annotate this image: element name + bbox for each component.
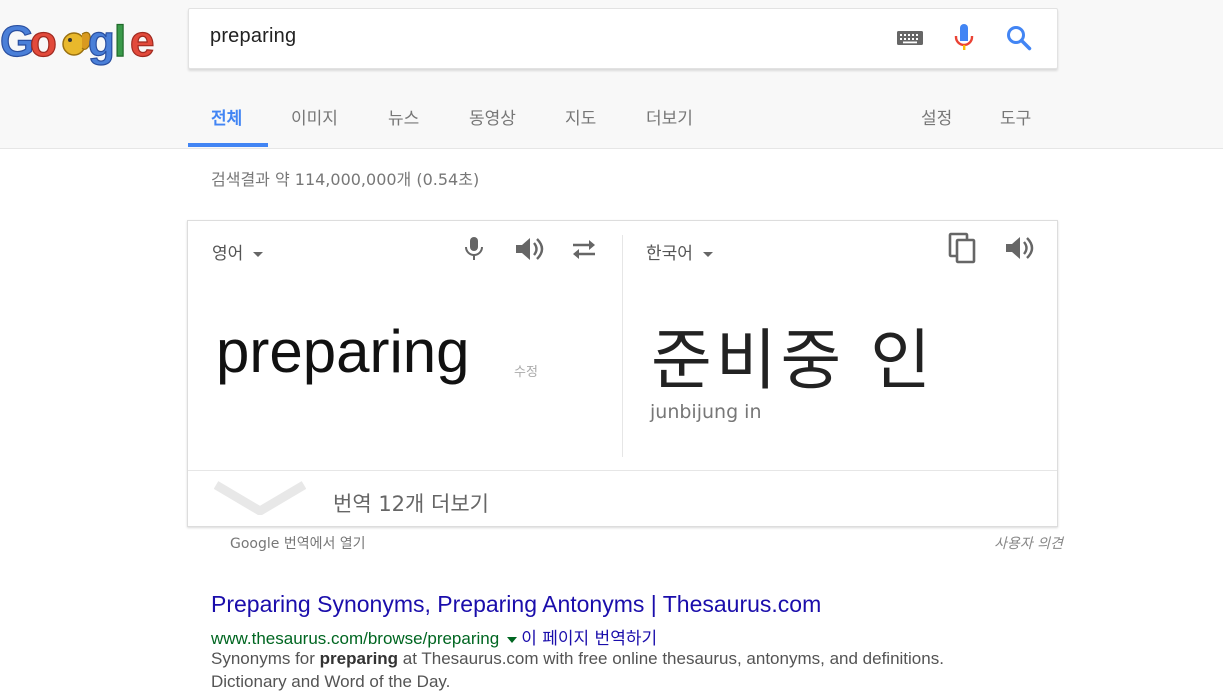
translate-page-link[interactable]: 이 페이지 번역하기 xyxy=(521,629,657,649)
search-icon[interactable] xyxy=(1003,22,1035,54)
speaker-icon[interactable] xyxy=(514,235,544,268)
source-language-select[interactable]: 영어 xyxy=(212,239,264,264)
tab-news[interactable]: 뉴스 xyxy=(388,104,419,129)
result-title-link[interactable]: Preparing Synonyms, Preparing Antonyms |… xyxy=(211,591,821,618)
active-tab-indicator xyxy=(188,143,268,147)
result-url-line: www.thesaurus.com/browse/preparing 이 페이지 … xyxy=(211,624,657,649)
search-tabs: 전체 이미지 뉴스 동영상 지도 더보기 설정 도구 xyxy=(188,88,1058,148)
search-input[interactable]: preparing xyxy=(210,25,296,48)
result-snippet: Synonyms for preparing at Thesaurus.com … xyxy=(211,649,944,669)
snippet-text: Synonyms for xyxy=(211,649,320,668)
chevron-down-icon xyxy=(253,251,264,257)
result-snippet-line2: Dictionary and Word of the Day. xyxy=(211,672,451,691)
source-language-label: 영어 xyxy=(212,244,244,264)
tab-videos[interactable]: 동영상 xyxy=(469,104,516,129)
more-translations-label: 번역 12개 더보기 xyxy=(333,492,489,516)
speaker-icon[interactable] xyxy=(1004,234,1034,267)
tab-images[interactable]: 이미지 xyxy=(291,104,338,129)
snippet-text: at Thesaurus.com with free online thesau… xyxy=(398,649,944,668)
swap-languages-icon[interactable] xyxy=(569,237,599,266)
result-stats: 검색결과 약 114,000,000개 (0.54초) xyxy=(211,170,480,189)
source-text: preparing xyxy=(216,318,470,385)
result-url: www.thesaurus.com/browse/preparing xyxy=(211,629,500,648)
microphone-icon[interactable] xyxy=(464,235,484,268)
panel-divider xyxy=(622,235,623,457)
google-doodle-logo[interactable]: G o g l e xyxy=(0,14,166,66)
romanization: junbijung in xyxy=(650,401,762,423)
chevron-down-icon xyxy=(702,251,713,257)
top-bar: G o g l e preparing 전체 이미지 뉴스 동영상 지도 더보기… xyxy=(0,0,1223,149)
tab-tools[interactable]: 도구 xyxy=(1000,104,1031,129)
open-in-google-translate-link[interactable]: Google 번역에서 열기 xyxy=(230,533,366,553)
tab-more[interactable]: 더보기 xyxy=(646,104,693,129)
voice-search-icon[interactable] xyxy=(951,22,977,54)
keyboard-icon[interactable] xyxy=(895,22,925,54)
edit-link[interactable]: 수정 xyxy=(514,361,538,380)
translate-card: 영어 한국어 preparing 수정 준비중 인 junbijung in 번… xyxy=(187,220,1058,527)
caret-down-icon[interactable] xyxy=(507,636,518,643)
target-language-select[interactable]: 한국어 xyxy=(646,239,713,264)
copy-icon[interactable] xyxy=(947,231,979,270)
snippet-highlight: preparing xyxy=(319,649,399,668)
more-translations-button[interactable]: 번역 12개 더보기 xyxy=(188,470,1057,527)
search-box[interactable]: preparing xyxy=(188,8,1058,69)
svg-text:o: o xyxy=(30,17,57,66)
svg-text:e: e xyxy=(130,17,154,66)
tab-all[interactable]: 전체 xyxy=(211,104,242,129)
svg-text:g: g xyxy=(88,17,115,66)
translated-text: 준비중 인 xyxy=(651,322,935,399)
target-language-label: 한국어 xyxy=(646,244,693,264)
tab-settings[interactable]: 설정 xyxy=(921,104,952,129)
feedback-link[interactable]: 사용자 의견 xyxy=(994,533,1063,553)
tab-maps[interactable]: 지도 xyxy=(565,104,596,129)
expand-chevron-icon xyxy=(214,481,306,515)
svg-text:l: l xyxy=(114,17,126,66)
